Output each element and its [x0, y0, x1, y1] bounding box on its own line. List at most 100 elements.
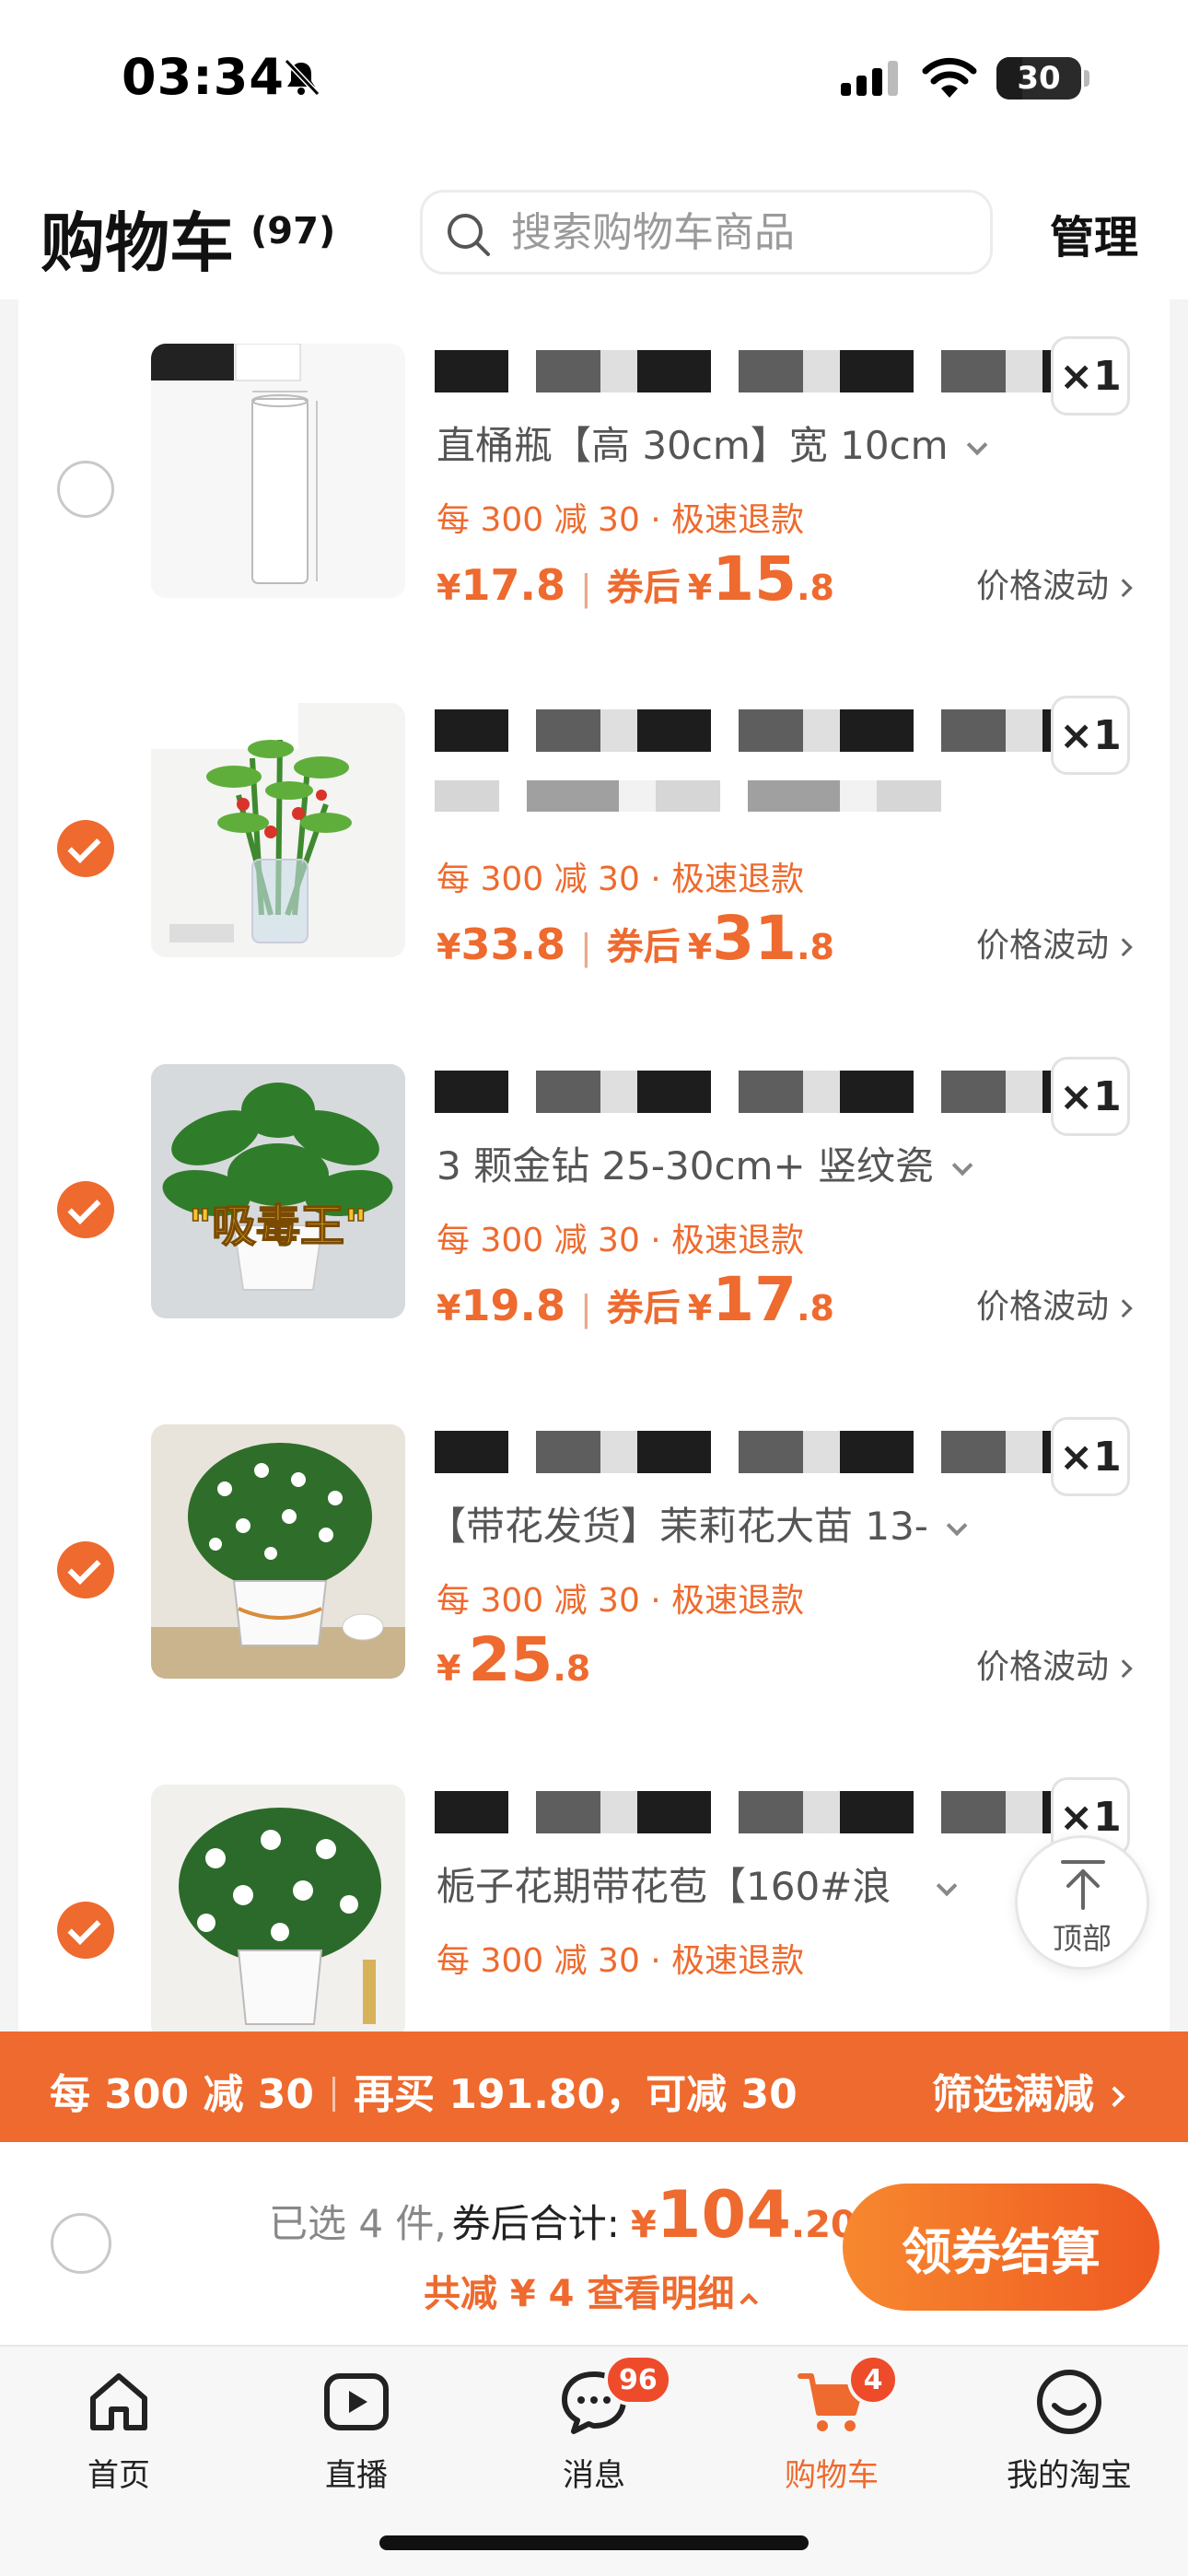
item-spec-selector[interactable]: 3 颗金钻 25-30cm+ 竖纹瓷	[437, 1135, 973, 1191]
chevron-down-icon	[966, 434, 987, 456]
after-price-decimal: .8	[553, 1648, 591, 1689]
item-spec-selector[interactable]: 栀子花期带花苞【160#浪	[437, 1856, 958, 1912]
item-spec-text: 栀子花期带花苞【160#浪	[437, 1864, 891, 1909]
tab-messages[interactable]: 96 消息	[475, 2347, 713, 2531]
discount-banner[interactable]: 每 300 减 30 再买 191.80，可减 30 筛选满减	[0, 2032, 1188, 2142]
selected-count: 已选 4 件,	[269, 2201, 447, 2246]
after-price-decimal: .8	[797, 1288, 834, 1329]
price-fluctuation-label: 价格波动	[976, 927, 1110, 965]
product-title-redacted[interactable]	[435, 350, 1054, 392]
promo-tag: 每 300 减 30 · 极速退款	[437, 1222, 805, 1259]
after-price-decimal: .8	[797, 927, 834, 967]
product-image-gardenia-plant[interactable]	[151, 1785, 405, 2032]
original-price: 33.8	[460, 919, 565, 969]
select-all-checkbox[interactable]	[51, 2213, 111, 2274]
quantity-button[interactable]: ×1	[1051, 336, 1130, 416]
price-fluctuation-link[interactable]: 价格波动	[976, 1280, 1133, 1328]
search-box[interactable]	[420, 190, 993, 275]
item-spec-text: 【带花发货】茉莉花大苗 13-	[427, 1504, 928, 1549]
cart-item[interactable]: ×1 每 300 减 30 · 极速退款 ¥ 33.8 | 券后 ¥ 31 .8…	[18, 696, 1170, 1055]
checkout-button[interactable]: 领券结算	[843, 2184, 1159, 2311]
filter-discount-link[interactable]: 筛选满减	[932, 2061, 1125, 2120]
price-fluctuation-label: 价格波动	[976, 568, 1110, 605]
image-caption-text: "吸毒王"	[189, 1200, 367, 1252]
manage-button[interactable]: 管理	[1050, 201, 1138, 265]
promo-tag: 每 300 减 30 · 极速退款	[437, 501, 805, 539]
glass-vase-image	[151, 344, 405, 598]
after-price-currency: ¥	[687, 568, 713, 608]
filter-discount-label: 筛选满减	[932, 2071, 1094, 2118]
live-play-icon	[324, 2373, 389, 2430]
product-spec-redacted[interactable]	[435, 780, 969, 812]
price-divider: |	[579, 927, 592, 967]
chevron-right-icon	[1103, 2086, 1125, 2108]
search-input[interactable]	[511, 193, 972, 272]
cellular-signal-icon	[841, 61, 898, 96]
after-price-currency: ¥	[437, 1648, 461, 1689]
quantity-button[interactable]: ×1	[1051, 1057, 1130, 1136]
cart-count-badge: 4	[847, 2354, 899, 2406]
tab-label: 首页	[87, 2457, 150, 2494]
scroll-to-top-label: 顶部	[1052, 1921, 1112, 1956]
price-currency: ¥	[437, 1288, 461, 1329]
battery-cap	[1084, 70, 1089, 87]
after-price-currency: ¥	[687, 1288, 713, 1329]
tab-label: 直播	[325, 2457, 388, 2494]
item-checkbox[interactable]	[57, 1902, 114, 1959]
product-title-redacted[interactable]	[435, 1071, 1054, 1113]
item-checkbox[interactable]	[57, 1541, 114, 1598]
chevron-up-icon	[740, 2292, 759, 2312]
product-image-pothos-plant[interactable]: "吸毒王"	[151, 1064, 405, 1318]
arrow-to-top-icon	[1061, 1860, 1105, 1910]
promo-tag: 每 300 减 30 · 极速退款	[437, 1582, 805, 1620]
total-summary: 已选 4 件, 券后合计: ¥ 104 .20	[269, 2177, 856, 2253]
item-checkbox[interactable]	[57, 820, 114, 877]
status-time: 03:34	[122, 48, 285, 106]
price-fluctuation-label: 价格波动	[976, 1288, 1110, 1326]
discount-progress: 再买 191.80，可减 30	[354, 2071, 798, 2118]
item-spec-selector[interactable]: 【带花发货】茉莉花大苗 13-	[427, 1495, 968, 1551]
scroll-to-top-button[interactable]: 顶部	[1015, 1835, 1149, 1970]
chevron-right-icon	[1113, 938, 1133, 957]
tab-live[interactable]: 直播	[238, 2347, 475, 2531]
product-image-glass-vase[interactable]	[151, 344, 405, 598]
total-label: 券后合计:	[451, 2201, 620, 2246]
after-price-integer: 15	[712, 544, 798, 615]
cart-item[interactable]: "吸毒王" ×1 3 颗金钻 25-30cm+ 竖纹瓷 每 300 减 30 ·…	[18, 1057, 1170, 1416]
tab-cart[interactable]: 4 购物车	[713, 2347, 950, 2531]
tab-profile[interactable]: 我的淘宝	[950, 2347, 1188, 2531]
cart-item[interactable]: ×1 直桶瓶【高 30cm】宽 10cm 每 300 减 30 · 极速退款 ¥…	[18, 336, 1170, 696]
coupon-label: 券后	[606, 1287, 681, 1329]
after-price-integer: 17	[712, 1264, 798, 1335]
coupon-label: 券后	[606, 567, 681, 609]
price-fluctuation-link[interactable]: 价格波动	[976, 1640, 1133, 1688]
price-fluctuation-link[interactable]: 价格波动	[976, 919, 1133, 966]
cart-item[interactable]: ×1 【带花发货】茉莉花大苗 13- 每 300 减 30 · 极速退款 ¥ 2…	[18, 1417, 1170, 1776]
message-count-badge: 96	[604, 2354, 672, 2406]
discount-detail-text: 共减 ¥ 4 查看明细	[424, 2273, 735, 2315]
product-image-lucky-bamboo[interactable]	[151, 703, 405, 957]
jasmine-plant-image	[151, 1424, 405, 1679]
tab-label: 购物车	[785, 2457, 879, 2494]
item-checkbox[interactable]	[57, 1181, 114, 1238]
price-row: ¥ 19.8 | 券后 ¥ 17 .8	[437, 1264, 834, 1335]
cart-item-list[interactable]: ×1 直桶瓶【高 30cm】宽 10cm 每 300 减 30 · 极速退款 ¥…	[18, 299, 1170, 2032]
banner-divider	[332, 2077, 336, 2112]
price-fluctuation-link[interactable]: 价格波动	[976, 559, 1133, 607]
promo-tag: 每 300 减 30 · 极速退款	[437, 1942, 805, 1980]
home-icon	[90, 2373, 147, 2430]
product-title-redacted[interactable]	[435, 1431, 1054, 1473]
pothos-plant-image: "吸毒王"	[151, 1064, 405, 1318]
quantity-button[interactable]: ×1	[1051, 1417, 1130, 1496]
cart-item[interactable]: ×1 栀子花期带花苞【160#浪 每 300 减 30 · 极速退款	[18, 1777, 1170, 2032]
quantity-button[interactable]: ×1	[1051, 696, 1130, 775]
item-checkbox[interactable]	[57, 461, 114, 518]
chevron-right-icon	[1113, 579, 1133, 598]
product-title-redacted[interactable]	[435, 709, 1054, 752]
discount-detail-link[interactable]: 共减 ¥ 4 查看明细	[424, 2264, 759, 2317]
tab-home[interactable]: 首页	[0, 2347, 238, 2531]
chevron-down-icon	[946, 1515, 968, 1537]
product-image-jasmine-plant[interactable]	[151, 1424, 405, 1679]
product-title-redacted[interactable]	[435, 1791, 1054, 1833]
item-spec-selector[interactable]: 直桶瓶【高 30cm】宽 10cm	[437, 415, 987, 471]
